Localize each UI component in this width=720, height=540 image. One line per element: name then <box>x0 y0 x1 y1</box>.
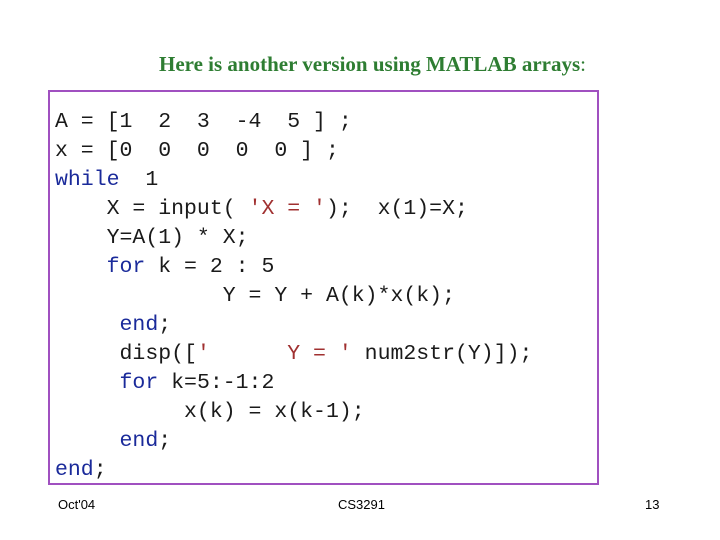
code-keyword: end <box>55 458 94 482</box>
code-line: x(k) = x(k-1); <box>55 398 532 427</box>
code-line: for k = 2 : 5 <box>55 253 532 282</box>
code-keyword: for <box>119 371 159 395</box>
code-keyword: while <box>55 168 120 192</box>
code-listing: A = [1 2 3 -4 5 ] ; x = [0 0 0 0 0 ] ; whi… <box>55 108 532 485</box>
code-line: end; <box>55 427 532 456</box>
footer-page-number: 13 <box>645 497 660 512</box>
code-keyword: for <box>106 255 146 279</box>
code-line: end; <box>55 311 532 340</box>
code-keyword: end <box>119 313 159 337</box>
code-text: ; <box>158 313 172 337</box>
code-text: 1 <box>119 168 159 192</box>
code-text: k=5:-1:2 <box>158 371 275 395</box>
code-line: disp([' Y = ' num2str(Y)]); <box>55 340 533 369</box>
footer-date: Oct'04 <box>58 497 96 512</box>
code-line: X = input( 'X = '); x(1)=X; <box>55 195 532 224</box>
code-text: x = [0 0 0 0 0 ] ; <box>55 139 339 163</box>
code-line: Y=A(1) * X; <box>55 224 532 253</box>
code-line: A = [1 2 3 -4 5 ] ; <box>55 108 532 137</box>
code-string: 'X = ' <box>248 197 326 221</box>
code-text: Y=A(1) * X; <box>55 226 249 250</box>
code-text: X = input( <box>55 197 249 221</box>
code-text: disp([ <box>55 342 197 366</box>
code-line: x = [0 0 0 0 0 ] ; <box>55 137 532 166</box>
code-text: k = 2 : 5 <box>145 255 275 279</box>
code-text: ; <box>158 429 172 453</box>
code-text: Y = Y + A(k)*x(k); <box>55 284 455 308</box>
slide-title: Here is another version using MATLAB arr… <box>0 52 720 77</box>
code-line: while 1 <box>55 166 532 195</box>
code-text: num2str(Y)]); <box>351 342 533 366</box>
code-text: ); x(1)=X; <box>325 197 468 221</box>
slide-title-colon: : <box>580 52 586 76</box>
slide-title-text: Here is another version using MATLAB arr… <box>158 52 581 76</box>
code-text: A = [1 2 3 -4 5 ] ; <box>55 110 352 134</box>
code-text: x(k) = x(k-1); <box>55 400 365 424</box>
code-line: for k=5:-1:2 <box>55 369 532 398</box>
code-text: ; <box>93 458 107 482</box>
code-line: end; <box>55 456 532 485</box>
code-keyword: end <box>119 429 159 453</box>
footer-course: CS3291 <box>338 497 385 512</box>
code-line: Y = Y + A(k)*x(k); <box>55 282 532 311</box>
code-string: ' Y = ' <box>196 342 352 366</box>
